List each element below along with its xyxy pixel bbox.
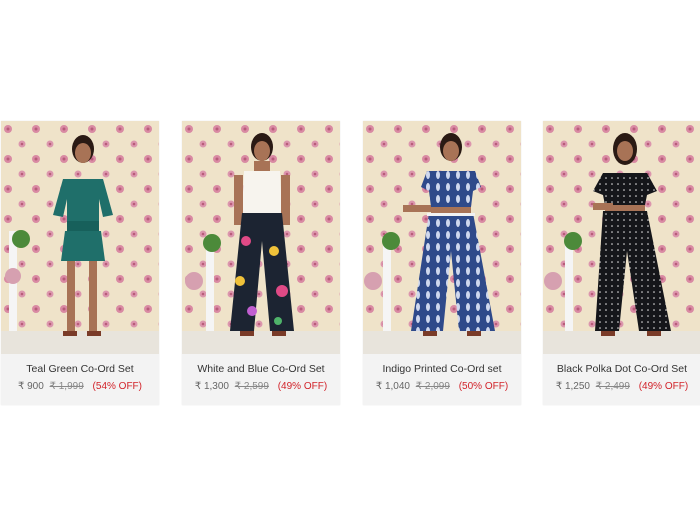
product-price-row: ₹ 900 ₹ 1,999 (54% OFF) (1, 381, 159, 392)
product-card[interactable]: Black Polka Dot Co-Ord Set ₹ 1,250 ₹ 2,4… (543, 121, 700, 405)
product-image[interactable] (182, 121, 340, 354)
sale-price: ₹ 1,250 (555, 381, 590, 392)
product-price-row: ₹ 1,300 ₹ 2,599 (49% OFF) (182, 381, 340, 392)
model-white-blue-floral-coord-image (182, 121, 340, 354)
product-card[interactable]: Indigo Printed Co-Ord set ₹ 1,040 ₹ 2,09… (363, 121, 521, 405)
product-image[interactable] (363, 121, 521, 354)
sale-price: ₹ 1,040 (375, 381, 410, 392)
product-info: Black Polka Dot Co-Ord Set ₹ 1,250 ₹ 2,4… (543, 354, 700, 405)
discount-badge: (49% OFF) (277, 381, 328, 392)
discount-badge: (49% OFF) (638, 381, 689, 392)
product-grid: Teal Green Co-Ord Set ₹ 900 ₹ 1,999 (54%… (0, 121, 700, 405)
sale-price: ₹ 1,300 (194, 381, 229, 392)
product-name[interactable]: Teal Green Co-Ord Set (1, 363, 159, 375)
model-black-polka-dot-coord-image (543, 121, 700, 354)
product-card[interactable]: White and Blue Co-Ord Set ₹ 1,300 ₹ 2,59… (182, 121, 340, 405)
product-name[interactable]: Indigo Printed Co-Ord set (363, 363, 521, 375)
product-card[interactable]: Teal Green Co-Ord Set ₹ 900 ₹ 1,999 (54%… (1, 121, 159, 405)
product-image[interactable] (543, 121, 700, 354)
original-price: ₹ 1,999 (49, 381, 84, 392)
product-image[interactable] (1, 121, 159, 354)
original-price: ₹ 2,099 (415, 381, 450, 392)
product-info: Teal Green Co-Ord Set ₹ 900 ₹ 1,999 (54%… (1, 354, 159, 405)
product-name[interactable]: Black Polka Dot Co-Ord Set (543, 363, 700, 375)
discount-badge: (54% OFF) (92, 381, 142, 392)
product-info: White and Blue Co-Ord Set ₹ 1,300 ₹ 2,59… (182, 354, 340, 405)
original-price: ₹ 2,599 (234, 381, 269, 392)
product-price-row: ₹ 1,040 ₹ 2,099 (50% OFF) (363, 381, 521, 392)
original-price: ₹ 2,499 (595, 381, 630, 392)
discount-badge: (50% OFF) (458, 381, 509, 392)
product-name[interactable]: White and Blue Co-Ord Set (182, 363, 340, 375)
product-info: Indigo Printed Co-Ord set ₹ 1,040 ₹ 2,09… (363, 354, 521, 405)
model-indigo-printed-coord-image (363, 121, 521, 354)
model-teal-green-coord-image (1, 121, 159, 354)
sale-price: ₹ 900 (17, 381, 44, 392)
product-price-row: ₹ 1,250 ₹ 2,499 (49% OFF) (543, 381, 700, 392)
